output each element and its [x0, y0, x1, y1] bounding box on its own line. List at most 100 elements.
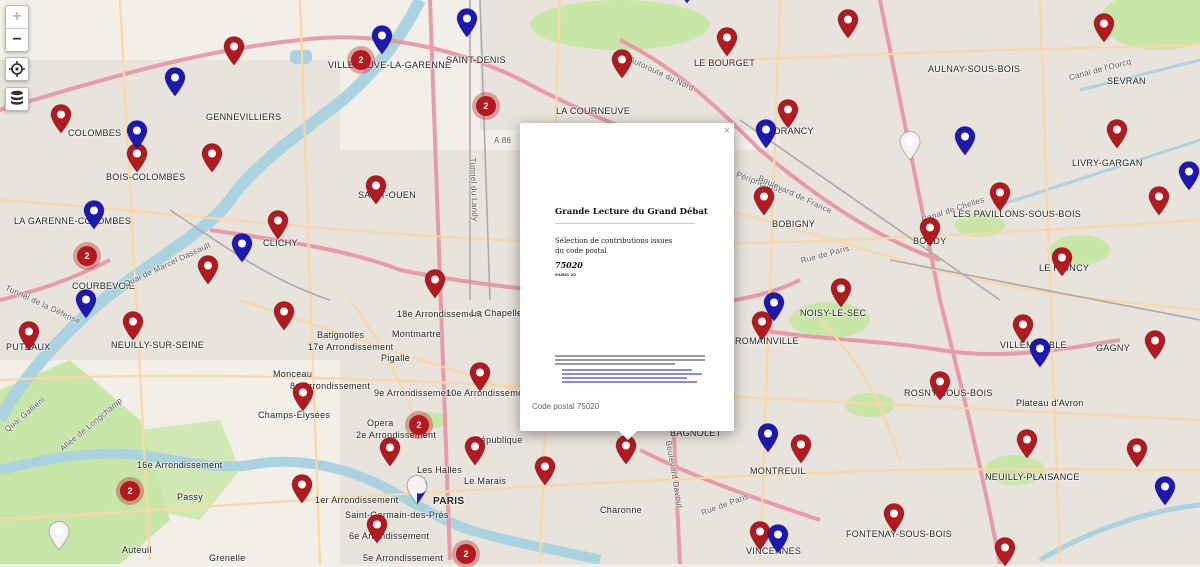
red-marker[interactable] [790, 434, 812, 464]
place-label: LA COURNEUVE [556, 106, 631, 116]
fine-print-line [555, 359, 705, 361]
place-label: VILLENEUVE-LA-GARENNE [328, 60, 452, 70]
mixed-marker[interactable] [406, 475, 428, 505]
map-pin-icon [371, 25, 393, 55]
white-marker[interactable] [899, 131, 921, 161]
blue-marker[interactable] [83, 200, 105, 230]
red-marker[interactable] [464, 436, 486, 466]
blue-marker[interactable] [755, 119, 777, 149]
blue-marker[interactable] [126, 120, 148, 150]
document-preview[interactable]: Grande Lecture du Grand Débat Sélection … [530, 133, 724, 397]
red-marker[interactable] [716, 27, 738, 57]
red-marker[interactable] [201, 143, 223, 173]
red-marker[interactable] [366, 514, 388, 544]
blue-marker[interactable] [954, 126, 976, 156]
blue-marker[interactable] [1029, 338, 1051, 368]
red-marker[interactable] [1144, 330, 1166, 360]
zoom-out-button[interactable]: − [6, 28, 28, 51]
red-marker[interactable] [929, 371, 951, 401]
map-pin-icon [379, 437, 401, 467]
fine-print-line [562, 381, 697, 383]
map-pin-icon [755, 119, 777, 149]
red-marker[interactable] [122, 311, 144, 341]
red-marker[interactable] [830, 278, 852, 308]
blue-marker[interactable] [456, 8, 478, 38]
locate-button[interactable] [5, 57, 29, 81]
cluster-marker[interactable]: 2 [476, 96, 496, 116]
place-label: Passy [177, 492, 204, 502]
cluster-marker[interactable]: 2 [77, 246, 97, 266]
red-marker[interactable] [291, 474, 313, 504]
cluster-marker[interactable]: 2 [120, 481, 140, 501]
place-label: Montmartre [392, 329, 442, 339]
red-marker[interactable] [989, 182, 1011, 212]
red-marker[interactable] [837, 9, 859, 39]
red-marker[interactable] [753, 186, 775, 216]
place-label: BOIS-COLOMBES [106, 172, 186, 182]
red-marker[interactable] [267, 210, 289, 240]
cluster-marker[interactable]: 2 [409, 415, 429, 435]
red-marker[interactable] [18, 321, 40, 351]
red-marker[interactable] [534, 456, 556, 486]
red-marker[interactable] [469, 362, 491, 392]
red-marker[interactable] [1016, 429, 1038, 459]
red-marker[interactable] [994, 537, 1016, 567]
red-marker[interactable] [50, 104, 72, 134]
blue-marker[interactable] [231, 233, 253, 263]
blue-marker[interactable] [757, 423, 779, 453]
place-label: 6e Arrondissement [349, 531, 430, 541]
cluster-marker[interactable]: 2 [456, 544, 476, 564]
map-pin-icon [273, 301, 295, 331]
zoom-in-button[interactable]: + [6, 6, 28, 28]
layers-button[interactable] [5, 87, 29, 111]
red-marker[interactable] [883, 503, 905, 533]
cluster-marker[interactable]: 2 [351, 50, 371, 70]
document-postal-code: 75020 [555, 260, 583, 270]
red-marker[interactable] [273, 301, 295, 331]
map-pin-icon [1016, 429, 1038, 459]
white-marker[interactable] [48, 521, 70, 551]
red-marker[interactable] [919, 217, 941, 247]
popup-close-button[interactable]: × [724, 125, 730, 137]
red-marker[interactable] [197, 255, 219, 285]
map-pin-icon [223, 36, 245, 66]
blue-marker[interactable] [676, 0, 698, 4]
document-subtitle: Sélection de contributions issues [555, 237, 673, 245]
popup-caption: Code postal 75020 [532, 402, 600, 411]
map-pin-icon [83, 200, 105, 230]
place-label: LE BOURGET [694, 58, 756, 68]
red-marker[interactable] [611, 49, 633, 79]
blue-marker[interactable] [164, 67, 186, 97]
red-marker[interactable] [1148, 186, 1170, 216]
map-pin-icon [777, 99, 799, 129]
place-label: LA GARENNE-COLOMBES [14, 216, 132, 226]
red-marker[interactable] [777, 99, 799, 129]
blue-marker[interactable] [767, 524, 789, 554]
red-marker[interactable] [424, 269, 446, 299]
place-label: 1er Arrondissement [315, 495, 399, 505]
red-marker[interactable] [1126, 438, 1148, 468]
map-pin-icon [1051, 247, 1073, 277]
place-label: NEUILLY-SUR-SEINE [111, 340, 205, 350]
blue-marker[interactable] [371, 25, 393, 55]
map-pin-icon [406, 475, 428, 505]
place-label: Batignolles [317, 330, 365, 340]
map-pin-icon [830, 278, 852, 308]
blue-marker[interactable] [1178, 161, 1200, 191]
map-pin-icon [611, 49, 633, 79]
red-marker[interactable] [379, 437, 401, 467]
red-marker[interactable] [1093, 13, 1115, 43]
red-marker[interactable] [292, 382, 314, 412]
map-pin-icon [18, 321, 40, 351]
blue-marker[interactable] [763, 292, 785, 322]
red-marker[interactable] [1106, 119, 1128, 149]
place-label: Pigalle [381, 353, 411, 363]
place-label: MONTREUIL [750, 466, 806, 476]
red-marker[interactable] [1051, 247, 1073, 277]
map-pin-icon [197, 255, 219, 285]
red-marker[interactable] [365, 175, 387, 205]
blue-marker[interactable] [75, 289, 97, 319]
blue-marker[interactable] [1154, 476, 1176, 506]
fine-print-line [562, 369, 692, 371]
red-marker[interactable] [223, 36, 245, 66]
